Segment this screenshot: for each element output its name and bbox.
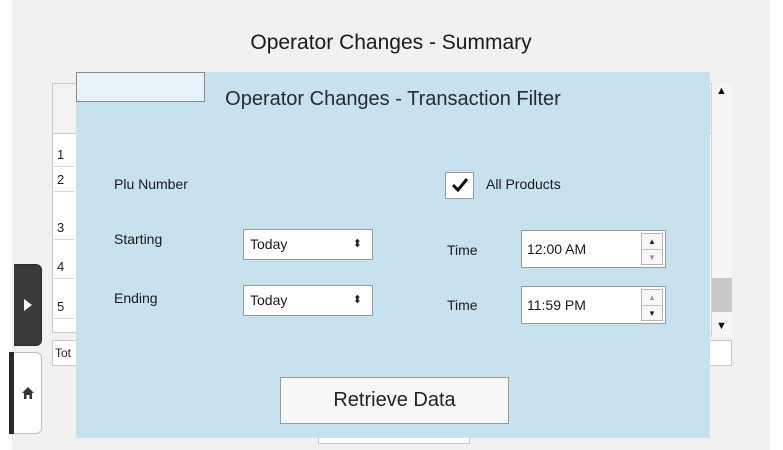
increment-icon[interactable]: ▲ [642,290,662,305]
end-time-field[interactable]: 11:59 PM ▲ ▼ [521,286,666,324]
expand-panel-button[interactable] [14,264,42,346]
retrieve-data-button[interactable]: Retrieve Data [280,377,509,424]
table-row-number[interactable]: 5 [54,294,74,319]
select-arrows-icon: ⬍ [352,238,362,250]
home-button[interactable] [14,352,42,434]
home-icon [21,387,34,399]
decrement-icon[interactable]: ▼ [642,249,662,264]
select-arrows-icon: ⬍ [352,294,362,306]
starting-select[interactable]: Today ⬍ [243,229,373,260]
checkmark-icon [451,178,468,193]
scroll-thumb[interactable] [712,278,732,312]
table-row-number[interactable]: 4 [54,254,74,279]
scroll-down-icon[interactable]: ▼ [711,317,732,335]
all-products-label: All Products [486,176,561,192]
end-time-spinner[interactable]: ▲ ▼ [641,289,663,321]
end-time-label: Time [447,297,478,313]
ending-select[interactable]: Today ⬍ [243,285,373,316]
start-time-value: 12:00 AM [527,241,587,257]
start-time-field[interactable]: 12:00 AM ▲ ▼ [521,230,666,268]
increment-icon[interactable]: ▲ [642,234,662,249]
scroll-up-icon[interactable]: ▲ [711,82,732,100]
starting-select-value: Today [250,236,288,252]
start-time-spinner[interactable]: ▲ ▼ [641,233,663,265]
total-label: Tot [55,346,72,360]
table-row-number[interactable]: 2 [54,167,74,192]
decrement-icon[interactable]: ▼ [642,305,662,320]
plu-number-label: Plu Number [114,176,188,192]
ending-label: Ending [114,290,158,306]
all-products-checkbox[interactable] [445,172,474,199]
start-time-label: Time [447,242,478,258]
table-row-number[interactable]: 3 [54,215,74,240]
dialog-title: Operator Changes - Transaction Filter [225,88,561,110]
table-row-number[interactable]: 1 [54,142,74,167]
end-time-value: 11:59 PM [527,297,586,313]
summary-title: Operator Changes - Summary [250,31,532,54]
transaction-filter-dialog: Operator Changes - Transaction Filter Pl… [76,72,710,438]
starting-label: Starting [114,231,163,247]
ending-select-value: Today [250,292,288,308]
chevron-right-icon [23,299,32,311]
